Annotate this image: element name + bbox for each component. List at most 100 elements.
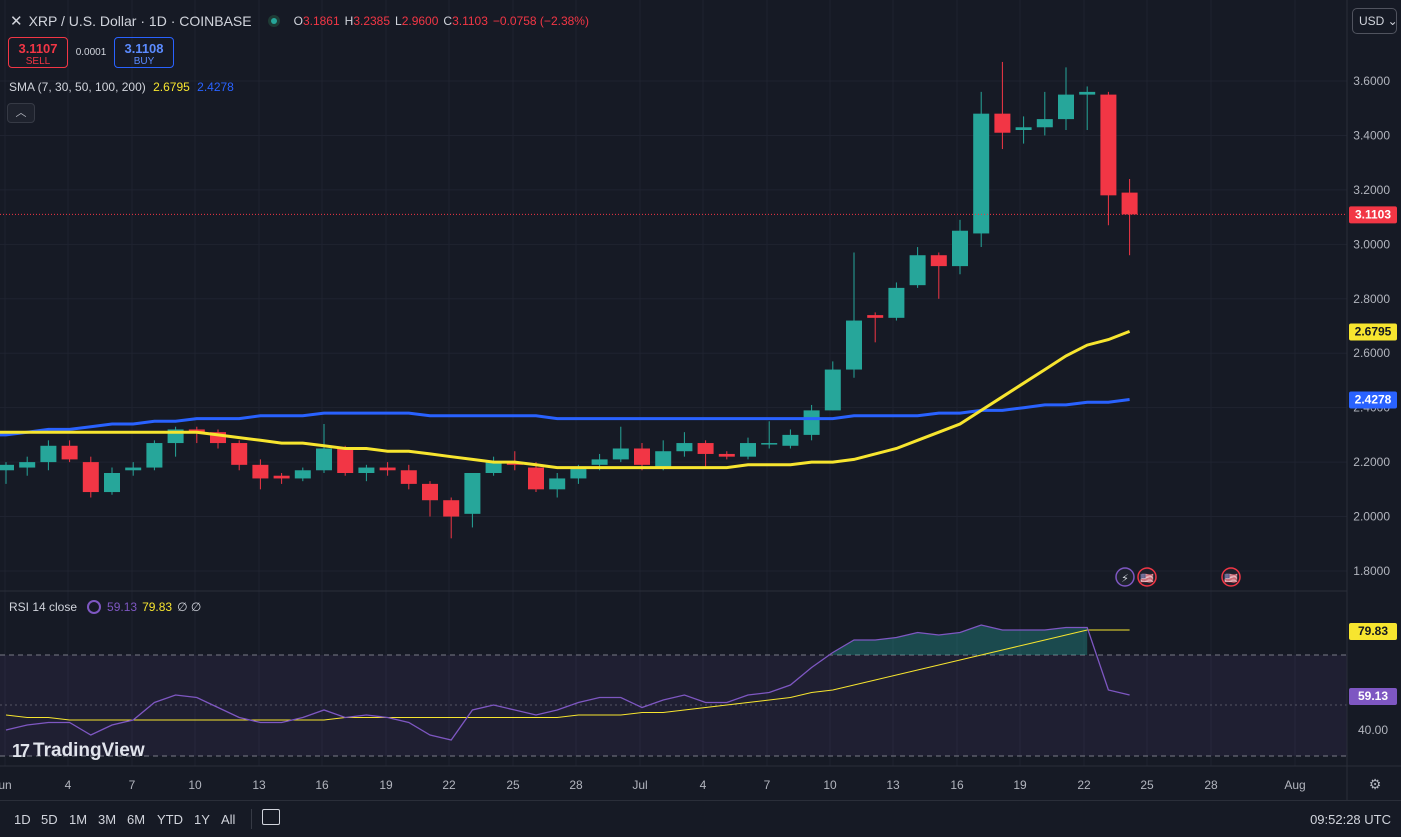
candle-body xyxy=(612,448,629,460)
price-tick-label: 2.0000 xyxy=(1353,510,1390,524)
candle-body xyxy=(1058,94,1074,120)
us-flag-icon[interactable]: 🇺🇸 xyxy=(1137,567,1157,587)
candle-body xyxy=(400,470,417,484)
candle-body xyxy=(485,462,502,473)
currency-selector[interactable]: USD ⌄ xyxy=(1352,8,1398,34)
candle-body xyxy=(697,443,714,454)
time-tick-label: 28 xyxy=(1204,778,1218,792)
price-tick-label: 2.2000 xyxy=(1353,455,1390,469)
time-tick-label: 10 xyxy=(188,778,202,792)
candle-body xyxy=(570,467,587,479)
candle-body xyxy=(973,113,990,234)
buy-button[interactable]: 3.1108 BUY xyxy=(114,37,174,68)
candle-body xyxy=(252,464,269,479)
candle-body xyxy=(846,320,862,370)
rsi-empty-values: ∅ ∅ xyxy=(177,600,202,614)
price-tick-label: 3.4000 xyxy=(1353,128,1390,142)
price-chart[interactable]: 3.60003.40003.20003.00002.80002.60002.40… xyxy=(0,0,1401,800)
timeframe-button-1y[interactable]: 1Y xyxy=(194,812,210,827)
timeframe-button-all[interactable]: All xyxy=(221,812,235,827)
time-tick-label: Aug xyxy=(1284,778,1305,792)
candle[interactable] xyxy=(888,282,905,321)
sell-price: 3.1107 xyxy=(18,41,58,56)
event-lightning-icon[interactable]: ⚡ xyxy=(1115,567,1135,587)
candle-body xyxy=(718,453,735,457)
time-tick-label: 13 xyxy=(252,778,266,792)
timeframe-button-1m[interactable]: 1M xyxy=(69,812,87,827)
symbol-title[interactable]: XRP / U.S. Dollar · 1D · COINBASE xyxy=(29,13,252,29)
rsi-settings-icon[interactable] xyxy=(87,600,102,614)
collapse-legend-button[interactable]: ︿ xyxy=(7,103,35,123)
timeframe-button-6m[interactable]: 6M xyxy=(127,812,145,827)
chart-settings-icon[interactable]: ⚙ xyxy=(1367,776,1383,792)
candle-body xyxy=(676,443,693,452)
price-tick-label: 2.8000 xyxy=(1353,292,1390,306)
time-tick-label: 16 xyxy=(315,778,329,792)
candle-body xyxy=(591,459,608,465)
last-price-badge[interactable]: 3.1103 xyxy=(1349,206,1397,224)
timeframe-button-3m[interactable]: 3M xyxy=(98,812,116,827)
candle-body xyxy=(61,445,78,460)
close-icon[interactable]: ✕ xyxy=(10,12,23,30)
sma-slow-badge-text: 2.4278 xyxy=(1355,393,1392,407)
candle-body xyxy=(930,255,947,267)
clock[interactable]: 09:52:28 UTC xyxy=(1310,812,1391,827)
candle-body xyxy=(782,434,799,446)
timeframe-button-1d[interactable]: 1D xyxy=(14,812,31,827)
ohlc-value: 3.2385 xyxy=(353,14,391,28)
symbol-legend: ✕ XRP / U.S. Dollar · 1D · COINBASE O3.1… xyxy=(10,12,594,30)
time-tick-label: 7 xyxy=(764,778,771,792)
time-tick-label: 25 xyxy=(1140,778,1154,792)
timeframe-button-ytd[interactable]: YTD xyxy=(157,812,183,827)
bottom-toolbar: 1D 5D 1M 3M 6M YTD 1Y All 09:52:28 UTC xyxy=(0,800,1401,837)
time-tick-label: 16 xyxy=(950,778,964,792)
rsi-badge[interactable]: 59.13 xyxy=(1349,688,1397,705)
sma-legend[interactable]: SMA (7, 30, 50, 100, 200) 2.6795 2.4278 xyxy=(9,80,234,94)
candle-body xyxy=(761,443,778,445)
rsi-label: RSI 14 close xyxy=(9,600,78,614)
market-status-icon[interactable] xyxy=(267,15,280,27)
candle-body xyxy=(1036,119,1053,128)
rsi-tick-label: 40.00 xyxy=(1358,723,1388,737)
event-marker-glyph: ⚡ xyxy=(1121,572,1129,585)
candle-body xyxy=(19,462,36,468)
candle-body xyxy=(125,467,142,471)
candle-body xyxy=(1121,192,1138,215)
candle-body xyxy=(146,443,163,468)
candle[interactable] xyxy=(337,445,354,476)
candle-body xyxy=(1079,91,1096,95)
timeframe-button-5d[interactable]: 5D xyxy=(41,812,58,827)
time-tick-label: Jul xyxy=(632,778,647,792)
candle-body xyxy=(1100,94,1117,196)
ohlc-value: 3.1861 xyxy=(302,14,340,28)
rsi-ma-badge[interactable]: 79.83 xyxy=(1349,623,1397,640)
candle-body xyxy=(867,315,884,318)
toolbar-separator xyxy=(251,809,252,829)
candle[interactable] xyxy=(146,440,163,471)
date-range-calendar-icon[interactable] xyxy=(262,809,280,825)
rsi-value: 59.13 xyxy=(107,600,138,614)
sma-slow-badge[interactable]: 2.4278 xyxy=(1349,391,1397,409)
ohlc-value: 2.9600 xyxy=(401,14,439,28)
time-tick-label: 19 xyxy=(1013,778,1027,792)
ohlc-value: 3.1103 xyxy=(452,14,488,28)
candle-body xyxy=(294,470,311,479)
candle-body xyxy=(231,443,248,465)
tradingview-logo[interactable]: 17 TradingView xyxy=(12,740,145,762)
rsi-legend[interactable]: RSI 14 close 59.13 79.83 ∅ ∅ xyxy=(9,600,201,614)
candle-body xyxy=(803,410,820,435)
sma-label: SMA (7, 30, 50, 100, 200) xyxy=(9,80,146,94)
sma-fast-badge[interactable]: 2.6795 xyxy=(1349,323,1397,341)
candle-body xyxy=(104,473,120,493)
us-flag-icon[interactable]: 🇺🇸 xyxy=(1221,567,1241,587)
candle[interactable] xyxy=(973,91,990,248)
tradingview-wordmark: TradingView xyxy=(33,740,145,761)
sell-button[interactable]: 3.1107 SELL xyxy=(8,37,68,68)
candle-body xyxy=(273,475,290,479)
sma-slow-value: 2.4278 xyxy=(197,80,234,94)
buy-price: 3.1108 xyxy=(124,41,164,56)
price-tick-label: 3.0000 xyxy=(1353,237,1390,251)
ohlc-key: H xyxy=(344,14,354,28)
trade-panel: 3.1107 SELL 0.0001 3.1108 BUY xyxy=(8,37,174,68)
candle[interactable] xyxy=(82,456,99,498)
